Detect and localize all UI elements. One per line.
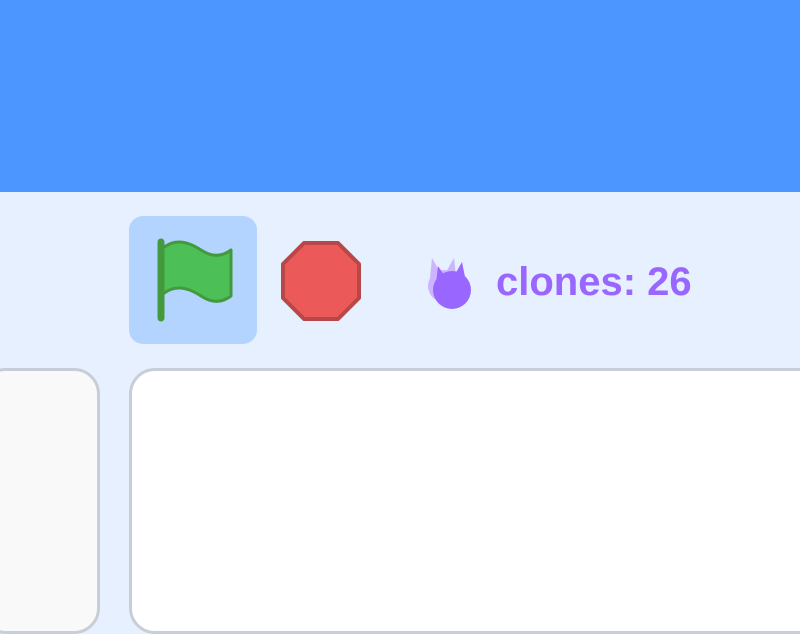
green-flag-icon [157,238,233,322]
stop-button[interactable] [278,238,364,324]
sprite-pane [0,368,100,634]
green-flag-button[interactable] [129,216,257,344]
clone-counter: clones: 26 [424,250,692,314]
menu-bar [0,0,800,192]
stage-canvas[interactable] [129,368,800,634]
clone-count-label: clones: 26 [496,259,692,304]
clone-sprite-icon [428,258,471,309]
stop-sign-icon [281,241,361,321]
